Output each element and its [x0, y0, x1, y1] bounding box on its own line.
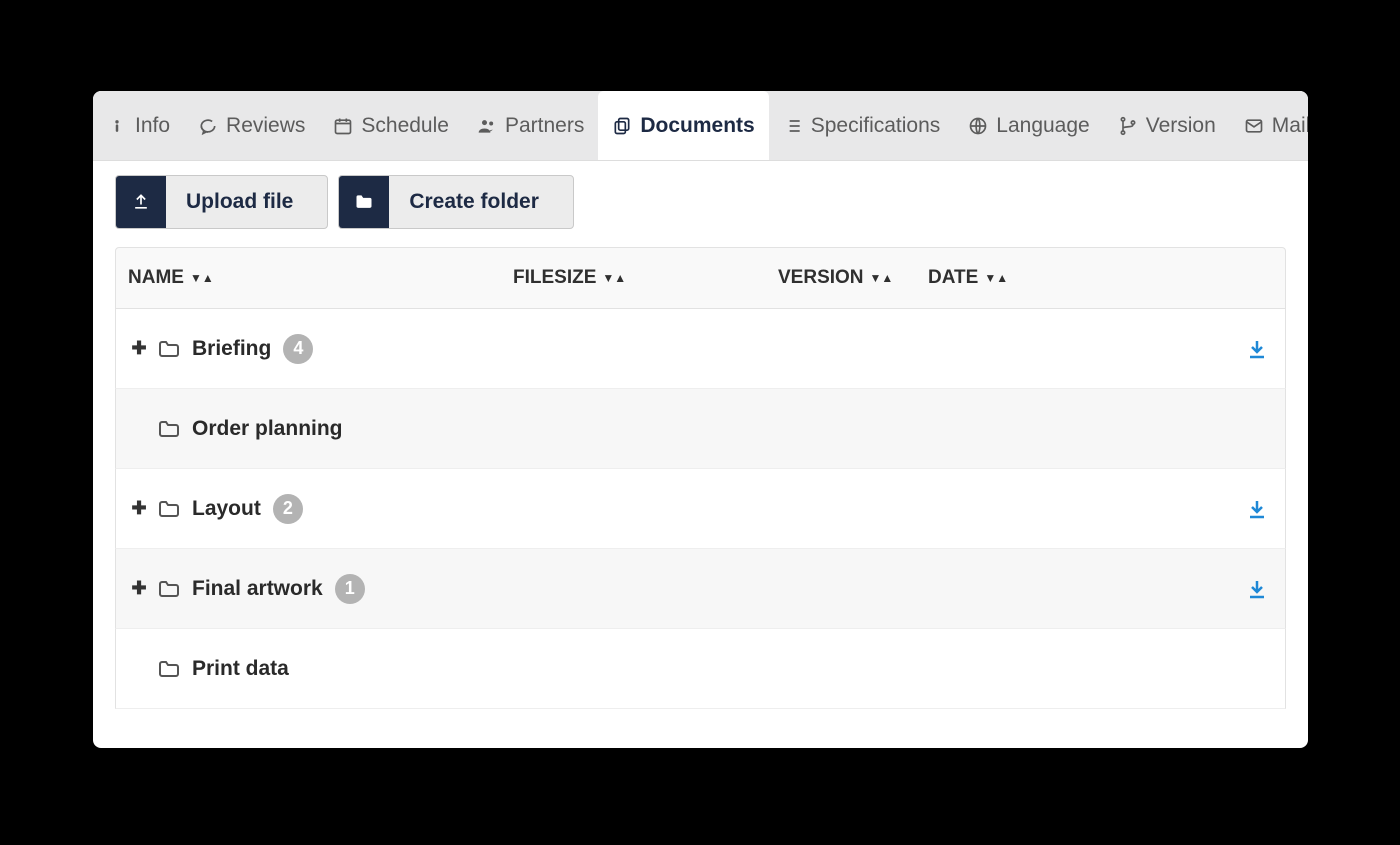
upload-file-label: Upload file [166, 176, 327, 228]
expand-icon[interactable]: ✚ [128, 498, 150, 519]
column-label: NAME [128, 267, 184, 289]
create-folder-label: Create folder [389, 176, 573, 228]
folder-icon [154, 657, 184, 681]
download-button[interactable] [1245, 337, 1273, 361]
tab-mails[interactable]: Mails [1230, 91, 1308, 160]
count-badge: 1 [335, 574, 365, 604]
tab-documents[interactable]: Documents [598, 91, 768, 160]
mail-icon [1244, 116, 1264, 136]
chat-icon [198, 116, 218, 136]
tab-label: Info [135, 114, 170, 138]
folder-name: Final artwork [192, 577, 323, 601]
tab-label: Documents [640, 114, 754, 138]
tab-schedule[interactable]: Schedule [319, 91, 463, 160]
download-button[interactable] [1245, 497, 1273, 521]
column-label: DATE [928, 267, 978, 289]
tab-label: Version [1146, 114, 1216, 138]
tab-specifications[interactable]: Specifications [769, 91, 955, 160]
tab-label: Language [996, 114, 1089, 138]
tab-label: Schedule [361, 114, 449, 138]
users-icon [477, 116, 497, 136]
table-row[interactable]: Print data [115, 629, 1286, 709]
tab-label: Specifications [811, 114, 941, 138]
sort-arrows-icon: ▼▲ [190, 271, 214, 285]
folder-name: Layout [192, 497, 261, 521]
upload-file-button[interactable]: Upload file [115, 175, 328, 229]
folder-icon [154, 417, 184, 441]
tab-label: Partners [505, 114, 584, 138]
table-row[interactable]: ✚ Layout 2 [115, 469, 1286, 549]
tab-reviews[interactable]: Reviews [184, 91, 319, 160]
list-icon [783, 116, 803, 136]
expand-icon[interactable]: ✚ [128, 338, 150, 359]
tab-label: Reviews [226, 114, 305, 138]
table-row[interactable]: ✚ Final artwork 1 [115, 549, 1286, 629]
info-icon [107, 116, 127, 136]
folder-icon [154, 337, 184, 361]
tab-partners[interactable]: Partners [463, 91, 598, 160]
tab-info[interactable]: Info [93, 91, 184, 160]
folder-icon [154, 497, 184, 521]
create-folder-button[interactable]: Create folder [338, 175, 574, 229]
tab-version[interactable]: Version [1104, 91, 1230, 160]
folder-icon [339, 176, 389, 228]
table-row[interactable]: ✚ Briefing 4 [115, 309, 1286, 389]
documents-table: NAME ▼▲ FILESIZE ▼▲ VERSION ▼▲ DATE ▼▲ ✚… [93, 247, 1308, 709]
tab-bar: Info Reviews Schedule Partners Documents… [93, 91, 1308, 161]
folder-name: Briefing [192, 337, 271, 361]
calendar-icon [333, 116, 353, 136]
table-header: NAME ▼▲ FILESIZE ▼▲ VERSION ▼▲ DATE ▼▲ [115, 247, 1286, 309]
tab-language[interactable]: Language [954, 91, 1103, 160]
folder-icon [154, 577, 184, 601]
folder-name: Order planning [192, 417, 343, 441]
table-row[interactable]: Order planning [115, 389, 1286, 469]
sort-arrows-icon: ▼▲ [602, 271, 626, 285]
count-badge: 4 [283, 334, 313, 364]
column-header-name[interactable]: NAME ▼▲ [128, 267, 513, 289]
folder-name: Print data [192, 657, 289, 681]
sort-arrows-icon: ▼▲ [870, 271, 894, 285]
column-label: FILESIZE [513, 267, 596, 289]
upload-icon [116, 176, 166, 228]
tab-label: Mails [1272, 114, 1308, 138]
expand-icon[interactable]: ✚ [128, 578, 150, 599]
copy-icon [612, 116, 632, 136]
documents-panel: Info Reviews Schedule Partners Documents… [93, 91, 1308, 748]
column-header-date[interactable]: DATE ▼▲ [928, 267, 1128, 289]
sort-arrows-icon: ▼▲ [984, 271, 1008, 285]
download-button[interactable] [1245, 577, 1273, 601]
column-header-filesize[interactable]: FILESIZE ▼▲ [513, 267, 778, 289]
branch-icon [1118, 116, 1138, 136]
globe-icon [968, 116, 988, 136]
toolbar: Upload file Create folder [93, 161, 1308, 247]
column-header-version[interactable]: VERSION ▼▲ [778, 267, 928, 289]
column-label: VERSION [778, 267, 864, 289]
count-badge: 2 [273, 494, 303, 524]
